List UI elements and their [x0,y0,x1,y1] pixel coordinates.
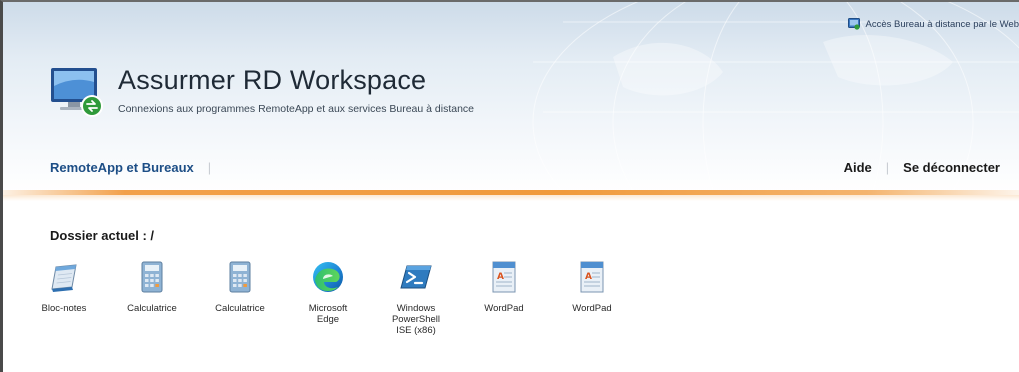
rd-web-access-text: Accès Bureau à distance par le Web [865,18,1019,30]
app-label: Microsoft Edge [308,303,348,325]
powershell-icon [400,265,432,289]
app-tile-wordpad-2[interactable]: A WordPad [548,259,636,336]
rd-web-access-link[interactable]: Accès Bureau à distance par le Web [847,18,1019,30]
nav-separator: | [207,160,212,175]
app-tile-windows-powershell-ise[interactable]: Windows PowerShell ISE (x86) [372,259,460,336]
wordpad-icon: A [580,261,604,293]
workspace-title: Assurmer RD Workspace [118,65,427,95]
current-folder-label: Dossier actuel : / [50,228,155,243]
app-grid: Bloc-notes Calculatrice Calculatrice Mic… [20,259,636,336]
page-header: Accès Bureau à distance par le Web Assur… [3,2,1019,192]
app-label: WordPad [484,303,524,314]
rd-web-access-icon [847,18,860,30]
calculator-icon [141,261,163,293]
notepad-icon [51,264,77,292]
app-tile-bloc-notes[interactable]: Bloc-notes [20,259,108,336]
app-label: WordPad [572,303,612,314]
nav-separator: | [885,160,890,175]
svg-text:A: A [497,272,504,282]
app-label: Windows PowerShell ISE (x86) [391,303,441,336]
app-label: Calculatrice [127,303,177,314]
app-tile-calculatrice-2[interactable]: Calculatrice [196,259,284,336]
app-label: Calculatrice [215,303,265,314]
workspace-subtitle: Connexions aux programmes RemoteApp et a… [118,103,475,115]
remote-desktop-logo-icon [51,68,103,117]
svg-text:A: A [585,272,592,282]
edge-icon [313,262,343,292]
nav-logout-link[interactable]: Se déconnecter [903,160,1000,175]
header-accent-glow [3,195,1019,201]
browser-viewport: Accès Bureau à distance par le Web Assur… [0,0,1019,372]
nav-remoteapp-desktops-link[interactable]: RemoteApp et Bureaux [50,160,194,175]
app-tile-wordpad[interactable]: A WordPad [460,259,548,336]
wordpad-icon: A [492,261,516,293]
nav-left: RemoteApp et Bureaux | [50,160,225,175]
nav-right: Aide | Se déconnecter [844,160,1000,175]
calculator-icon [229,261,251,293]
app-tile-microsoft-edge[interactable]: Microsoft Edge [284,259,372,336]
app-label: Bloc-notes [41,303,87,314]
app-tile-calculatrice[interactable]: Calculatrice [108,259,196,336]
nav-help-link[interactable]: Aide [844,160,872,175]
